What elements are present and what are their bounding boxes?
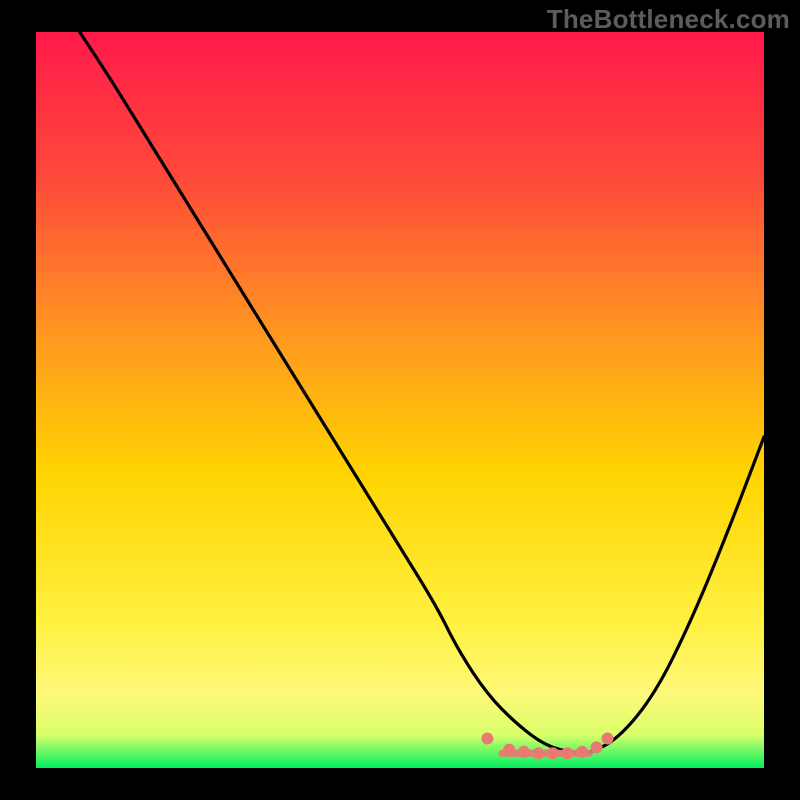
chart-container: TheBottleneck.com: [0, 0, 800, 800]
bottleneck-chart: [36, 32, 764, 768]
watermark-text: TheBottleneck.com: [547, 4, 790, 35]
plot-area: [36, 32, 764, 768]
